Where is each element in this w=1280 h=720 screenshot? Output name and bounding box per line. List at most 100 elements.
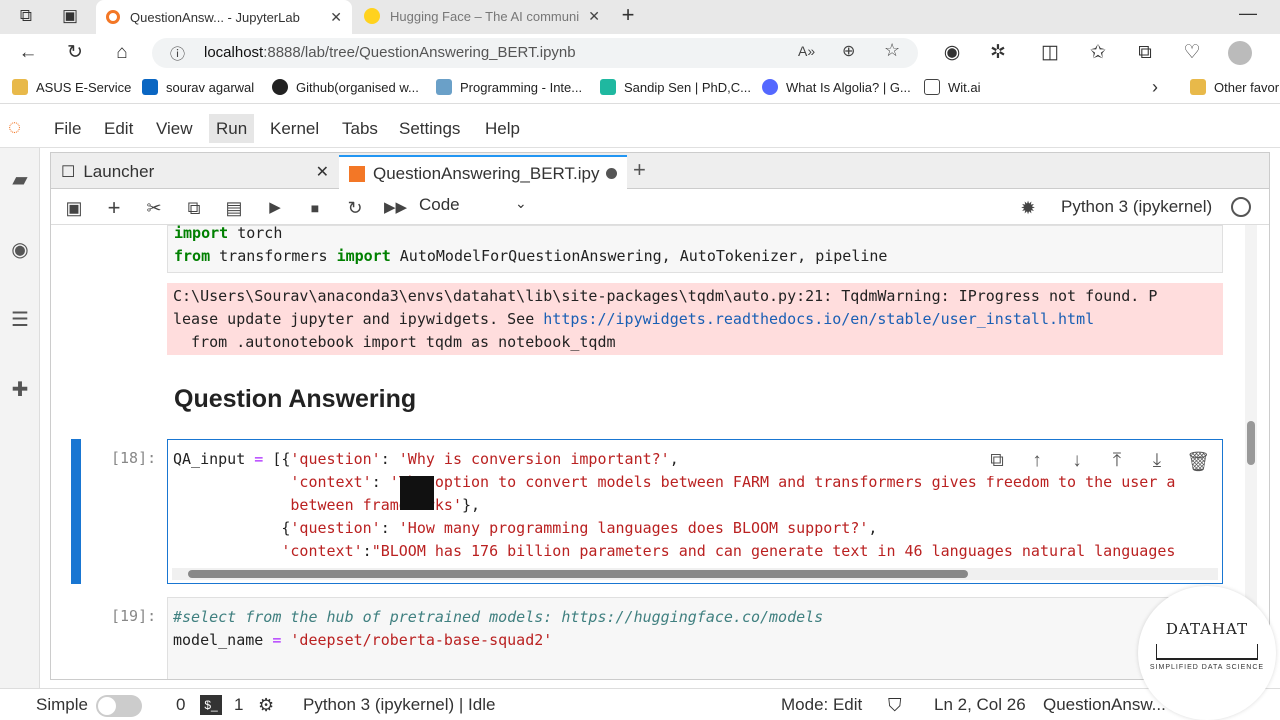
tab-actions-icon[interactable]: ▣ <box>58 5 82 27</box>
tab-label: QuestionAnswering_BERT.ipy <box>373 163 600 183</box>
collections-icon[interactable]: ⧉ <box>1133 42 1157 64</box>
performance-icon[interactable]: ♡ <box>1180 42 1204 64</box>
browser-tab-title: Hugging Face – The AI communi <box>390 8 580 24</box>
menu-settings[interactable]: Settings <box>399 119 460 139</box>
code-line: 'context':"BLOOM has 176 billion paramet… <box>281 542 1176 560</box>
copy-icon[interactable]: ⧉ <box>183 197 205 219</box>
bookmark-witai[interactable]: Wit.ai <box>924 79 981 95</box>
extension-icon[interactable]: ◉ <box>940 42 964 64</box>
debugger-icon[interactable]: ✹ <box>1017 197 1039 219</box>
extension-puzzle-icon[interactable]: ✚ <box>8 378 32 402</box>
close-tab-icon[interactable]: ✕ <box>588 8 600 25</box>
home-icon[interactable]: ⌂ <box>110 42 134 64</box>
delete-cell-icon[interactable]: 🗑 <box>1186 450 1210 473</box>
workspaces-icon[interactable]: ⧉ <box>14 5 38 27</box>
tab-launcher[interactable]: ☐ Launcher ✕ <box>51 155 339 189</box>
move-up-icon[interactable]: ↑ <box>1026 450 1048 472</box>
favorite-star-icon[interactable]: ☆ <box>884 40 900 61</box>
read-aloud-icon[interactable]: A» <box>798 43 815 59</box>
logo-subtitle: SIMPLIFIED DATA SCIENCE <box>1149 664 1265 671</box>
menu-kernel[interactable]: Kernel <box>270 119 319 139</box>
favorites-icon[interactable]: ✩ <box>1086 42 1110 64</box>
stop-circle-icon[interactable]: ◉ <box>8 238 32 262</box>
browser-tab-huggingface[interactable]: Hugging Face – The AI communi ✕ <box>354 0 610 32</box>
kernel-count: 1 <box>234 695 244 714</box>
code-cell-editor[interactable]: QA_input = [{'question': 'Why is convers… <box>167 439 1223 584</box>
puzzle-icon[interactable]: ✲ <box>986 42 1010 64</box>
install-link[interactable]: https://ipywidgets.readthedocs.io/en/sta… <box>543 310 1094 328</box>
save-icon[interactable]: ▣ <box>63 197 85 219</box>
menu-help[interactable]: Help <box>485 119 520 139</box>
bookmark-programming[interactable]: Programming - Inte... <box>436 79 582 95</box>
folder-icon[interactable]: ▰ <box>8 168 32 192</box>
browser-tab-title: QuestionAnsw... - JupyterLab <box>130 9 300 25</box>
duplicate-cell-icon[interactable]: ⧉ <box>986 450 1008 472</box>
bookmark-linkedin[interactable]: sourav agarwal <box>142 79 254 95</box>
bookmark-other-favorites[interactable]: Other favor <box>1190 79 1279 95</box>
status-bar: Simple 0 $_ 1 ⚙ Python 3 (ipykernel) | I… <box>0 688 1280 720</box>
kernel-status[interactable]: Python 3 (ipykernel) | Idle <box>303 695 495 715</box>
close-tab-icon[interactable]: ✕ <box>330 9 342 26</box>
menu-view[interactable]: View <box>156 119 193 139</box>
folder-icon <box>12 79 28 95</box>
site-icon <box>436 79 452 95</box>
menu-edit[interactable]: Edit <box>104 119 133 139</box>
info-icon: ⓘ <box>170 46 186 63</box>
stderr-line: from .autonotebook import tqdm as notebo… <box>173 333 616 351</box>
stop-icon[interactable]: ■ <box>304 197 326 219</box>
insert-below-icon[interactable]: ⤓ <box>1146 450 1168 472</box>
bookmark-sandip[interactable]: Sandip Sen | PhD,C... <box>600 79 751 95</box>
browser-tab-jupyterlab[interactable]: QuestionAnsw... - JupyterLab ✕ <box>96 0 352 34</box>
jupyter-menubar: ◌ File Edit View Run Kernel Tabs Setting… <box>0 108 1280 148</box>
kernel-name[interactable]: Python 3 (ipykernel) <box>1061 197 1212 217</box>
run-all-icon[interactable]: ▶▶ <box>384 197 407 219</box>
bookmark-algolia[interactable]: What Is Algolia? | G... <box>762 79 911 95</box>
bookmark-label: Wit.ai <box>948 79 981 95</box>
menu-file[interactable]: File <box>54 119 81 139</box>
url-input[interactable]: ⓘ localhost:8888/lab/tree/QuestionAnswer… <box>152 38 918 68</box>
new-launcher-icon[interactable]: + <box>633 157 646 183</box>
insert-above-icon[interactable]: ⤒ <box>1106 450 1128 472</box>
scrollbar-thumb[interactable] <box>188 570 968 578</box>
notebook-content[interactable]: import torch from transformers import Au… <box>51 224 1269 679</box>
code-cell-input[interactable]: import torch from transformers import Au… <box>167 224 1223 273</box>
code-cell-input[interactable]: #select from the hub of pretrained model… <box>167 597 1223 679</box>
run-icon[interactable]: ▶ <box>264 197 286 219</box>
text-cursor-icon <box>400 476 434 510</box>
unsaved-dot-icon[interactable] <box>606 168 617 179</box>
insert-cell-icon[interactable]: + <box>103 197 125 219</box>
terminal-icon[interactable]: $_ <box>200 695 222 715</box>
status-file-name: QuestionAnsw... <box>1043 695 1166 714</box>
jupyter-favicon <box>106 10 120 24</box>
code-line: from transformers import AutoModelForQue… <box>174 247 888 265</box>
address-bar-row: ← ↻ ⌂ ⓘ localhost:8888/lab/tree/Question… <box>0 34 1280 72</box>
bookmark-github[interactable]: Github(organised w... <box>272 79 419 95</box>
minimize-icon[interactable]: — <box>1236 2 1260 24</box>
chevron-right-icon[interactable]: › <box>1152 77 1158 98</box>
restart-icon[interactable]: ↻ <box>344 197 366 219</box>
bookmark-asus[interactable]: ASUS E-Service <box>12 79 131 95</box>
split-screen-icon[interactable]: ◫ <box>1038 42 1062 64</box>
menu-tabs[interactable]: Tabs <box>342 119 378 139</box>
cursor-position[interactable]: Ln 2, Col 26 <box>934 695 1026 715</box>
back-icon[interactable]: ← <box>16 42 40 64</box>
new-tab-icon[interactable]: + <box>616 4 640 26</box>
active-cell-indicator <box>71 439 81 584</box>
refresh-icon[interactable]: ↻ <box>63 42 87 64</box>
cell-type-select[interactable]: Code ⌄ <box>419 195 535 221</box>
kernel-gear-icon[interactable]: ⚙ <box>258 695 274 716</box>
simple-mode-toggle[interactable] <box>96 695 142 717</box>
zoom-icon[interactable]: ⊕ <box>842 41 855 61</box>
horizontal-scrollbar[interactable] <box>172 568 1218 580</box>
cell-type-value: Code <box>419 195 460 214</box>
list-icon[interactable]: ☰ <box>8 308 32 332</box>
menu-run[interactable]: Run <box>209 114 255 143</box>
tab-notebook[interactable]: QuestionAnswering_BERT.ipy <box>339 155 627 190</box>
profile-avatar[interactable] <box>1228 41 1252 65</box>
move-down-icon[interactable]: ↓ <box>1066 450 1088 472</box>
scrollbar-thumb[interactable] <box>1247 421 1255 465</box>
close-tab-icon[interactable]: ✕ <box>316 162 329 182</box>
shield-icon[interactable]: ⛉ <box>888 695 902 716</box>
paste-icon[interactable]: ▤ <box>223 197 245 219</box>
cut-icon[interactable]: ✂ <box>143 197 165 219</box>
